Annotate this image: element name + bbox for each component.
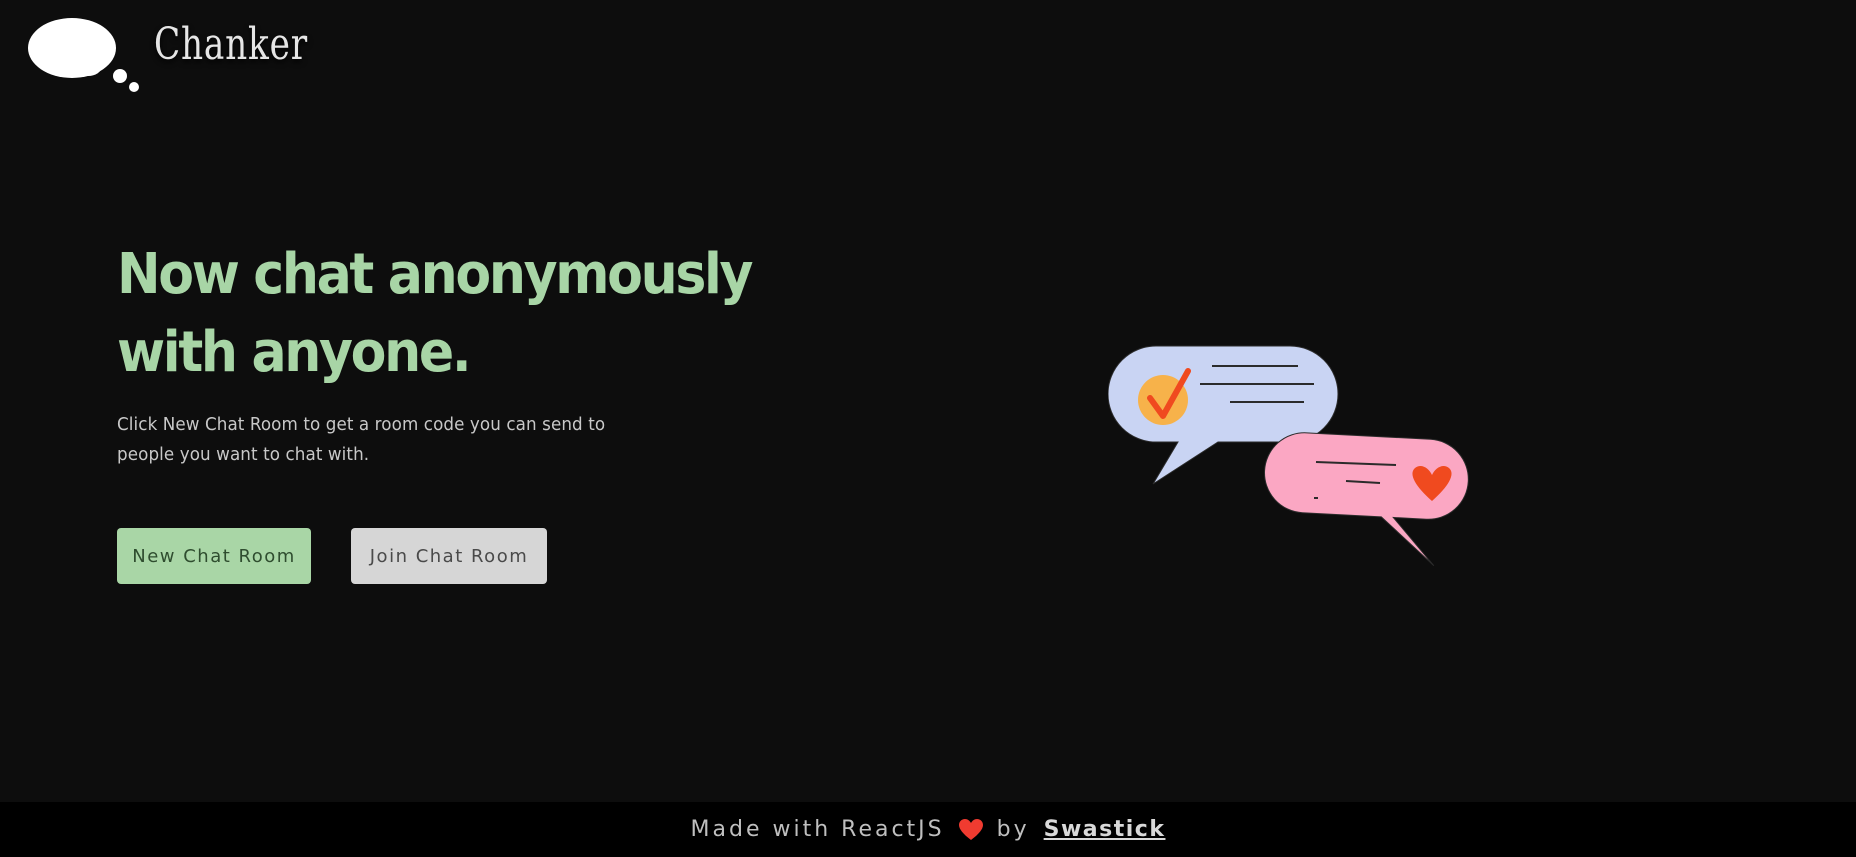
- pink-chat-bubble: [1264, 432, 1469, 566]
- brand-home-link[interactable]: Chanker: [28, 14, 351, 96]
- author-link[interactable]: Swastick: [1044, 817, 1166, 842]
- footer-by: by: [996, 817, 1030, 842]
- hero-title: Now chat anonymously with anyone.: [117, 242, 754, 385]
- hero-subtitle: Click New Chat Room to get a room code y…: [117, 414, 606, 465]
- join-chat-room-button[interactable]: Join Chat Room: [351, 528, 547, 584]
- new-chat-room-button[interactable]: New Chat Room: [117, 528, 311, 584]
- brand-name: Chanker: [154, 18, 308, 70]
- footer: Made with ReactJS by Swastick: [0, 802, 1856, 857]
- heart-icon: [958, 818, 983, 840]
- thought-bubble-logo-icon: [28, 18, 139, 92]
- footer-made-with: Made with ReactJS: [690, 817, 945, 842]
- chat-bubbles-illustration-icon: [1108, 345, 1469, 566]
- hero-actions: New Chat Room Join Chat Room: [117, 528, 837, 584]
- hero-section: Now chat anonymously with anyone. Click …: [117, 236, 837, 584]
- landing-page: Chanker Now chat anonymously with anyone…: [0, 0, 1856, 857]
